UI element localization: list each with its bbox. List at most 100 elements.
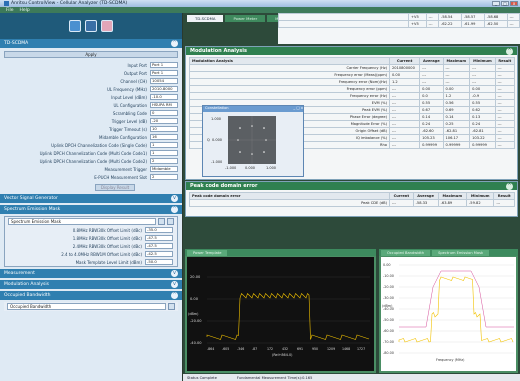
constellation-window-controls[interactable]: _ □ x <box>293 106 303 112</box>
x-tick-label: 691 <box>297 347 303 351</box>
collapse-icon[interactable]: ^ <box>506 182 513 190</box>
status-bar: Status Complete Fundamental Measurement … <box>183 374 520 381</box>
sem-limit-label: Mask Template Level Limit (dBm) <box>75 259 142 265</box>
table-row: Frequency error (ppm) --- 0.00 0.00 0.00 --- <box>189 85 516 93</box>
setting-row: Midamble Configuration 16 <box>0 133 182 141</box>
sem-selector[interactable]: Spectrum Emission Mask <box>8 218 156 225</box>
setting-value-field[interactable]: 2 <box>150 158 178 164</box>
toolbar <box>0 13 182 39</box>
setting-value-field[interactable]: 10 <box>150 126 178 132</box>
sem-limit-row: 2.4 to 4.0MHz RBW1M Offset Limit (dBc) -4… <box>5 250 177 258</box>
setting-value-field[interactable]: Port 1 <box>150 62 178 68</box>
obw-selector[interactable]: Occupied Bandwidth <box>7 303 166 310</box>
y-tick-label: 0.00 <box>383 263 391 267</box>
sem-limit-input[interactable]: -50.0 <box>145 259 173 265</box>
setting-value-field[interactable]: Midamble <box>150 166 178 172</box>
sem-limit-input[interactable]: -47.5 <box>145 243 173 249</box>
setting-row: Trigger Timeout (s) 10 <box>0 125 182 133</box>
power-template-graph: Power Template 20.00 0.00 -20.00 -40.00 (dBm… <box>185 249 376 373</box>
sem-limit-label: 2.4MHz RBW30k Offset Limit (dBc) <box>72 243 142 249</box>
measurement-header[interactable]: Measurement v <box>0 269 182 278</box>
table-row: +V5 --- -58.54 -58.57 -58.68 --- <box>278 13 520 21</box>
maximize-button[interactable]: □ <box>501 1 509 6</box>
setting-row: Channel (CH) 10054 <box>0 77 182 85</box>
occupied-bandwidth-header[interactable]: Occupied Bandwidth ^ <box>0 291 182 300</box>
expand-icon[interactable]: v <box>171 281 178 288</box>
apply-button[interactable]: Apply <box>4 51 178 58</box>
setting-value-field[interactable]: 1 <box>150 150 178 156</box>
tab-power-template[interactable]: Power Template <box>187 249 228 256</box>
setting-value-field[interactable]: Port 1 <box>150 70 178 76</box>
peak-code-domain-error-panel: Peak code domain error ^ Peak code domai… <box>185 181 518 217</box>
setting-label: Trigger Level (dB) <box>111 118 147 124</box>
setting-value-field[interactable]: 2 <box>150 174 178 180</box>
setting-row: Measurement Trigger Midamble <box>0 165 182 173</box>
setting-value-field[interactable]: 2010.8000 <box>150 86 178 92</box>
display-result-button[interactable]: Display Result <box>95 184 135 191</box>
collapse-icon[interactable]: ^ <box>506 47 513 55</box>
vector-signal-generator-header[interactable]: Vector Signal Generator v <box>0 194 182 203</box>
setting-value-field[interactable]: -20 <box>150 118 178 124</box>
setting-label: Output Port <box>123 70 147 76</box>
menu-file[interactable]: File <box>6 8 14 13</box>
setting-row: Output Port Port 1 <box>0 69 182 77</box>
setting-row: Uplink DPCH Channelization Code (Single … <box>0 141 182 149</box>
sem-limit-label: 2.4 to 4.0MHz RBW1M Offset Limit (dBc) <box>61 251 142 257</box>
setting-row: E-PUCH Measurement Slot 2 <box>0 173 182 181</box>
setting-label: Measurement Trigger <box>104 166 147 172</box>
td-scdma-section-header[interactable]: TD-SCDMA ^ <box>0 39 182 48</box>
x-tick-label: -864 <box>207 347 214 351</box>
setting-value-field[interactable]: HSUPA RM <box>150 102 178 108</box>
collapse-icon[interactable]: ^ <box>171 206 178 213</box>
modulation-analysis-header[interactable]: Modulation Analysis v <box>0 280 182 289</box>
measure-icon[interactable] <box>69 20 81 32</box>
sem-limit-row: 0.8MHz RBW30k Offset Limit (dBc) -35.0 <box>5 226 177 234</box>
obw-settings-icon[interactable] <box>168 303 175 310</box>
close-button[interactable]: x <box>510 1 518 6</box>
setting-row: UL Configuration HSUPA RM <box>0 101 182 109</box>
sem-limit-input[interactable]: -42.5 <box>145 251 173 257</box>
tab-td-scdma[interactable]: TD-SCDMA <box>187 15 224 22</box>
sem-dropdown-icon[interactable] <box>167 218 174 225</box>
y-tick-label: -20.00 <box>190 319 202 323</box>
window-icon[interactable] <box>85 20 97 32</box>
x-tick-label: 432 <box>282 347 288 351</box>
tab-occupied-bandwidth[interactable]: Occupied Bandwidth <box>381 249 431 256</box>
x-tick-label: 1727 <box>357 347 365 351</box>
y-tick-label: -50.00 <box>383 318 394 322</box>
expand-icon[interactable]: v <box>171 270 178 277</box>
menu-help[interactable]: Help <box>20 8 30 13</box>
tab-power-meter[interactable]: Power Meter <box>225 15 266 22</box>
spectrum-mask-line <box>399 270 514 328</box>
sem-limit-input[interactable]: -35.0 <box>145 227 173 233</box>
measurement-time: Fundamental Measurement Time(s):0.165 <box>236 375 313 380</box>
constellation-point <box>239 127 241 129</box>
setting-label: Trigger Timeout (s) <box>109 126 147 132</box>
spectrum-emission-mask-header[interactable]: Spectrum Emission Mask ^ <box>0 205 182 214</box>
power-template-plot: 20.00 0.00 -20.00 -40.00 (dBm) -864 -605 -346 -8… <box>188 275 370 357</box>
expand-icon[interactable]: v <box>171 195 178 202</box>
setting-label: Uplink DPCH Channelization Code (Multi C… <box>39 158 147 164</box>
setting-value-field[interactable]: 0 <box>150 110 178 116</box>
constellation-title: Constellation <box>205 106 229 110</box>
x-tick-label: 172 <box>267 347 273 351</box>
stop-icon[interactable] <box>101 20 113 32</box>
sem-subpanel: Spectrum Emission Mask 0.8MHz RBW30k Off… <box>4 216 178 267</box>
setting-value-field[interactable]: 10054 <box>150 78 178 84</box>
setting-value-field[interactable]: -10.0 <box>150 94 178 100</box>
setting-label: E-PUCH Measurement Slot <box>94 174 147 180</box>
pcde-title: Peak code domain error <box>190 183 258 189</box>
minimize-button[interactable]: _ <box>492 1 500 6</box>
collapse-icon[interactable]: ^ <box>171 40 178 47</box>
setting-label: Uplink DPCH Channelization Code (Multi C… <box>39 150 147 156</box>
x-tick-label: 950 <box>312 347 318 351</box>
sem-settings-icon[interactable] <box>158 218 165 225</box>
sem-limit-input[interactable]: -47.5 <box>145 235 173 241</box>
constellation-point <box>263 151 265 153</box>
setting-value-field[interactable]: 1 <box>150 142 178 148</box>
collapse-icon[interactable]: ^ <box>171 292 178 299</box>
setting-value-field[interactable]: 16 <box>150 134 178 140</box>
y-tick-label: -10.00 <box>383 274 394 278</box>
tab-spectrum-emission-mask[interactable]: Spectrum Emission Mask <box>432 249 490 256</box>
constellation-window[interactable]: Constellation _ □ x 1.000 Q 0.000 -1.000… <box>202 105 304 177</box>
